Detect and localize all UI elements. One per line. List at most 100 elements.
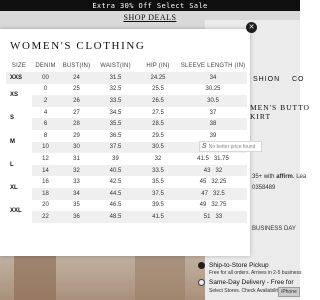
bust-cell: 27 — [73, 109, 80, 116]
close-icon[interactable]: ✕ — [246, 22, 257, 33]
bust-cell: 31 — [73, 155, 80, 162]
sleeve-cell: 39 — [209, 132, 217, 139]
hip-cell: 25.5 — [152, 86, 164, 93]
denim-cell: 4 — [43, 109, 48, 116]
bust-cell: 36 — [59, 211, 94, 223]
col-header-sleeve: SLEEVE LENGTH (IN) — [180, 63, 246, 69]
table-row: 2 26 33.5 26.5 30.5 — [6, 95, 247, 107]
waist-cell: 42.5 — [109, 179, 122, 186]
denim-cell: 8 — [43, 132, 48, 139]
waist-cell: 34.5 — [109, 109, 122, 116]
bust-cell: 26 — [59, 95, 94, 107]
hip-cell: 32 — [154, 155, 162, 162]
denim-cell: 16 — [42, 179, 49, 186]
waist-cell: 37.5 — [94, 141, 137, 154]
waist-cell: 39 — [112, 155, 119, 162]
hip-cell: 39.5 — [152, 202, 164, 209]
bust-cell: 35 — [73, 202, 80, 209]
sleeve-cell: 38 — [179, 118, 247, 130]
promo-banner-text: Extra 30% Off Select Sale — [92, 1, 208, 10]
sleeve-cell: 37 — [209, 109, 217, 116]
table-row: XS 0 25 32.5 25.5 30.25 — [6, 84, 247, 98]
sleeve-value-2: 31.75 — [213, 155, 229, 162]
col-header-hip: HIP (IN) — [146, 63, 170, 69]
denim-cell: 14 — [32, 164, 59, 177]
hip-cell: 37.5 — [137, 187, 179, 200]
table-row: 6 28 35.5 28.5 38 — [6, 118, 247, 130]
bust-cell: 33 — [73, 179, 80, 186]
price-check-tooltip: S No better price found — [199, 141, 262, 152]
col-header-waist: WAIST(IN) — [100, 63, 131, 69]
waist-cell: 40.5 — [94, 164, 137, 177]
col-header-size: SIZE — [11, 63, 27, 69]
sleeve-value-2: 32.5 — [213, 190, 225, 197]
table-row: XXL 20 35 46.5 39.5 49 32.75 — [6, 200, 247, 214]
table-row: 18 34 44.5 37.5 47 32.5 — [6, 187, 247, 200]
table-row: XL 16 33 42.5 35.5 45 32.25 — [6, 176, 247, 191]
bust-cell: 34 — [59, 187, 94, 200]
size-label: S — [10, 115, 15, 122]
denim-cell: 10 — [32, 141, 59, 154]
col-header-denim: DENIM — [35, 63, 56, 69]
sleeve-value-2: 33 — [215, 213, 223, 220]
size-label: XXS — [6, 72, 32, 84]
waist-cell: 32.5 — [109, 86, 122, 93]
table-header-row: SIZE DENIM BUST(IN) WAIST(IN) HIP (IN) S… — [6, 60, 247, 72]
sleeve-value: 45 — [199, 179, 207, 186]
bust-cell: 28 — [59, 118, 94, 130]
hip-cell: 27.5 — [152, 109, 164, 116]
sleeve-cell: 41.5 31.75 — [179, 153, 247, 165]
sleeve-value-2: 32.25 — [211, 179, 227, 186]
table-row: S 4 27 34.5 27.5 37 — [6, 107, 247, 122]
sleeve-value: 49 — [199, 202, 207, 209]
modal-title: WOMEN'S CLOTHING — [10, 40, 146, 52]
sleeve-cell: 30.25 — [205, 86, 221, 93]
hip-cell: 26.5 — [137, 95, 179, 107]
sleeve-value: 41.5 — [197, 155, 209, 162]
bust-cell: 29 — [73, 132, 80, 139]
size-label: M — [10, 138, 15, 145]
size-label: XS — [10, 92, 19, 99]
denim-cell: 00 — [32, 72, 59, 84]
sleeve-cell: 34 — [179, 72, 247, 84]
bust-cell: 24 — [59, 72, 94, 84]
sleeve-value-2: 32.75 — [211, 202, 227, 209]
s-logo-icon: S — [202, 143, 207, 150]
table-row: XXS 00 24 31.5 24.25 34 — [6, 72, 247, 84]
col-header-bust: BUST(IN) — [62, 63, 91, 69]
hip-cell: 29.5 — [152, 132, 164, 139]
waist-cell: 36.5 — [109, 132, 122, 139]
hip-cell: 30.5 — [137, 141, 179, 154]
table-row: 14 32 40.5 33.5 43 32 — [6, 164, 247, 177]
denim-cell: 18 — [32, 187, 59, 200]
size-label: XL — [10, 184, 18, 191]
bust-cell: 32 — [59, 164, 94, 177]
denim-cell: 6 — [32, 118, 59, 130]
table-row: M 8 29 36.5 29.5 39 — [6, 130, 247, 145]
hip-cell: 28.5 — [137, 118, 179, 130]
table-row: L 12 31 39 32 41.5 31.75 — [6, 153, 247, 168]
sleeve-cell: 43 32 — [179, 164, 247, 177]
table-row: 22 36 48.5 41.5 51 33 — [6, 211, 247, 223]
sleeve-value-2: 32 — [215, 167, 223, 174]
denim-cell: 0 — [43, 86, 48, 93]
sleeve-cell: 51 33 — [179, 211, 247, 223]
sleeve-cell: 30.5 — [179, 95, 247, 107]
waist-cell: 44.5 — [94, 187, 137, 200]
promo-banner[interactable]: Extra 30% Off Select Sale — [0, 0, 300, 11]
denim-cell: 2 — [32, 95, 59, 107]
tooltip-text: No better price found — [208, 143, 256, 150]
sleeve-value: 43 — [203, 167, 211, 174]
sleeve-value: 51 — [203, 213, 211, 220]
denim-cell: 22 — [32, 211, 59, 223]
size-label: XXL — [10, 208, 22, 215]
denim-cell: 20 — [42, 202, 49, 209]
waist-cell: 33.5 — [94, 95, 137, 107]
sleeve-value: 47 — [201, 190, 208, 197]
hip-cell: 35.5 — [152, 179, 164, 186]
size-label: L — [10, 161, 14, 168]
sleeve-cell: 45 32.25 — [179, 176, 247, 188]
hip-cell: 33.5 — [137, 164, 179, 177]
waist-cell: 46.5 — [109, 202, 122, 209]
waist-cell: 48.5 — [94, 211, 137, 223]
